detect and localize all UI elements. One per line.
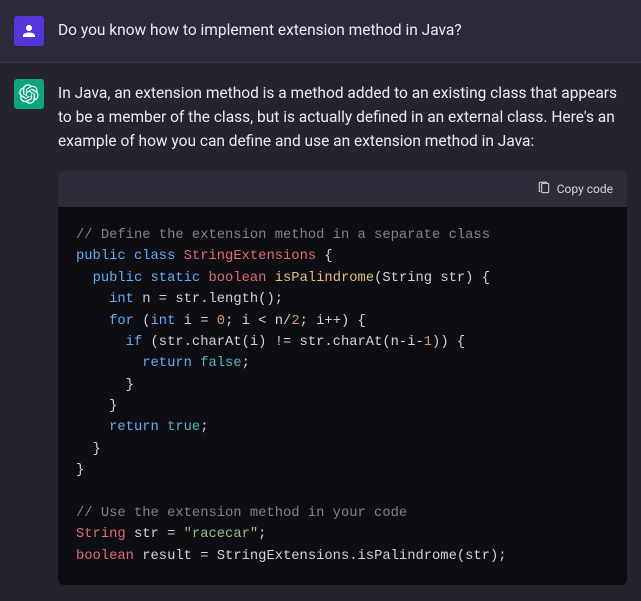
code-block: Copy code // Define the extension method… [58, 171, 627, 585]
user-message: Do you know how to implement extension m… [0, 0, 641, 63]
assistant-body: In Java, an extension method is a method… [58, 79, 627, 585]
assistant-message: In Java, an extension method is a method… [0, 63, 641, 601]
assistant-intro: In Java, an extension method is a method… [58, 81, 627, 153]
copy-code-label: Copy code [557, 182, 613, 196]
code-header: Copy code [58, 171, 627, 207]
user-avatar-icon [14, 16, 44, 46]
assistant-avatar-icon [14, 79, 44, 109]
copy-code-button[interactable]: Copy code [537, 181, 613, 198]
user-question: Do you know how to implement extension m… [58, 16, 627, 46]
clipboard-icon [537, 181, 551, 198]
code-content: // Define the extension method in a sepa… [58, 207, 627, 585]
